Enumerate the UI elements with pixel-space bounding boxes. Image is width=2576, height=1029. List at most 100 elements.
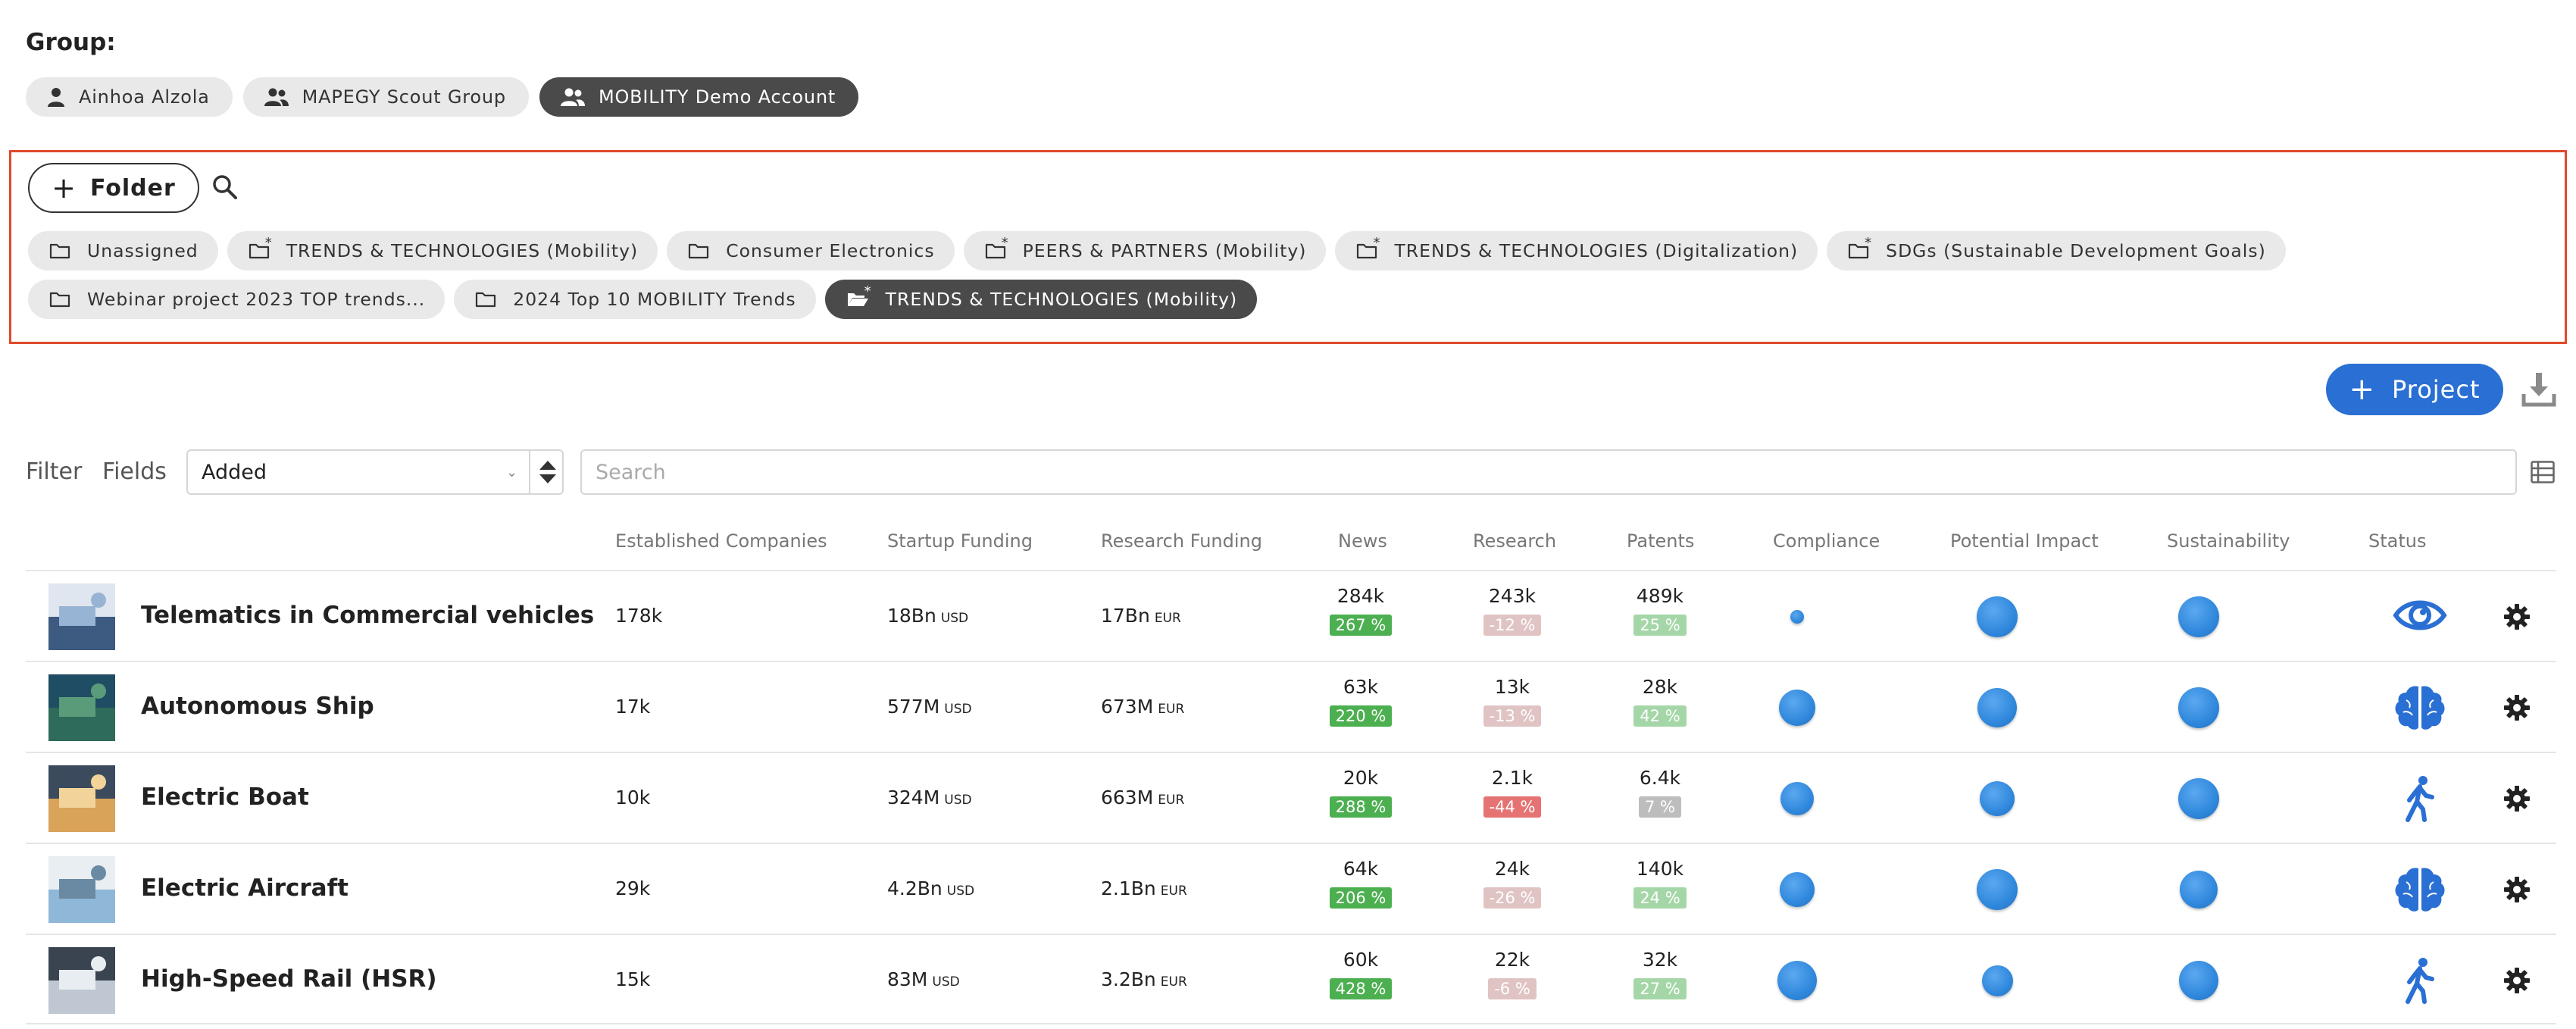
impact-indicator-dot: [1977, 688, 2017, 727]
group-chip-mapegy-scout-group[interactable]: MAPEGY Scout Group: [242, 77, 529, 117]
folder-chip-trends-technologies-digitalization[interactable]: * TRENDS & TECHNOLOGIES (Digitalization): [1335, 231, 1818, 271]
group-chip-ainhoa-alzola[interactable]: Ainhoa Alzola: [26, 77, 233, 117]
research-funding-value: 2.1Bn EUR: [1101, 877, 1187, 899]
startup-funding-value: 83M USD: [887, 968, 960, 990]
project-name[interactable]: Telematics in Commercial vehicles: [141, 602, 594, 629]
column-header-compliance[interactable]: Compliance: [1773, 530, 1880, 552]
folder-chip-sdgs[interactable]: * SDGs (Sustainable Development Goals): [1827, 231, 2286, 271]
research-metric: 2.1k -44 %: [1478, 767, 1546, 818]
list-view-icon[interactable]: [2531, 461, 2555, 483]
column-header-status[interactable]: Status: [2368, 530, 2426, 552]
filter-link[interactable]: Filter: [26, 458, 82, 485]
startup-funding-value: 577M USD: [887, 696, 972, 718]
folder-chip-webinar-project-2023[interactable]: Webinar project 2023 TOP trends...: [28, 280, 445, 319]
group-chip-mobility-demo-account[interactable]: MOBILITY Demo Account: [539, 77, 859, 117]
news-count: 60k: [1343, 949, 1379, 971]
news-count: 284k: [1336, 585, 1385, 607]
folder-chip-2024-top-10-mobility-trends[interactable]: 2024 Top 10 MOBILITY Trends: [454, 280, 816, 319]
add-folder-button[interactable]: + Folder: [28, 163, 199, 213]
column-header-startup-funding[interactable]: Startup Funding: [887, 530, 1033, 552]
brain-icon[interactable]: [2393, 865, 2447, 917]
impact-indicator-dot: [1980, 781, 2015, 816]
column-header-research[interactable]: Research: [1473, 530, 1556, 552]
gear-icon[interactable]: [2503, 785, 2531, 812]
column-header-patents[interactable]: Patents: [1627, 530, 1694, 552]
group-chip-label: MAPEGY Scout Group: [302, 86, 506, 108]
sustainability-indicator-dot: [2178, 687, 2219, 728]
plus-icon: +: [52, 171, 77, 205]
project-thumbnail: [48, 856, 115, 923]
patents-metric: 6.4k 7 %: [1626, 767, 1694, 818]
folder-chip-consumer-electronics[interactable]: Consumer Electronics: [667, 231, 955, 271]
news-count: 63k: [1343, 676, 1379, 698]
gear-icon[interactable]: [2503, 694, 2531, 721]
patents-growth-badge: 25 %: [1633, 615, 1687, 636]
folder-chip-peers-partners-mobility[interactable]: * PEERS & PARTNERS (Mobility): [963, 231, 1327, 271]
user-icon: [48, 88, 64, 107]
add-project-button[interactable]: + Project: [2326, 364, 2503, 415]
folder-chip-trends-technologies-mobility-active[interactable]: * TRENDS & TECHNOLOGIES (Mobility): [824, 280, 1258, 319]
project-name[interactable]: Electric Aircraft: [141, 874, 349, 902]
folder-chip-label: TRENDS & TECHNOLOGIES (Mobility): [885, 289, 1238, 310]
gear-icon[interactable]: [2503, 603, 2531, 630]
gear-icon[interactable]: [2503, 967, 2531, 994]
startup-funding-unit: USD: [946, 884, 975, 899]
table-row[interactable]: Telematics in Commercial vehicles 178k 18B…: [26, 570, 2556, 661]
search-input[interactable]: Search: [580, 449, 2517, 495]
folder-icon: [475, 291, 496, 308]
folder-chip-unassigned[interactable]: Unassigned: [28, 231, 218, 271]
startup-funding-unit: USD: [944, 793, 972, 808]
walking-person-icon[interactable]: [2393, 956, 2447, 1008]
sustainability-indicator-dot: [2178, 778, 2219, 819]
download-icon[interactable]: [2521, 371, 2556, 408]
patents-count: 32k: [1642, 949, 1678, 971]
column-header-potential-impact[interactable]: Potential Impact: [1950, 530, 2099, 552]
project-name[interactable]: Autonomous Ship: [141, 693, 374, 720]
research-growth-badge: -12 %: [1483, 615, 1542, 636]
research-growth-badge: -26 %: [1483, 887, 1542, 909]
research-funding-amount: 2.1Bn: [1101, 877, 1156, 899]
project-name[interactable]: High-Speed Rail (HSR): [141, 965, 437, 993]
startup-funding-unit: USD: [944, 702, 972, 717]
table-row[interactable]: Autonomous Ship 17k 577M USD 673M EUR 63k 220 %…: [26, 661, 2556, 752]
sustainability-indicator-dot: [2178, 596, 2219, 637]
column-header-research-funding[interactable]: Research Funding: [1101, 530, 1262, 552]
brain-icon[interactable]: [2393, 683, 2447, 735]
research-count: 24k: [1494, 858, 1530, 880]
fields-link[interactable]: Fields: [102, 458, 167, 485]
eye-icon[interactable]: [2393, 593, 2447, 641]
folder-chip-label: TRENDS & TECHNOLOGIES (Mobility): [286, 240, 639, 261]
column-header-news[interactable]: News: [1338, 530, 1387, 552]
research-count: 22k: [1494, 949, 1530, 971]
project-name[interactable]: Electric Boat: [141, 783, 309, 811]
patents-growth-badge: 7 %: [1639, 796, 1681, 818]
startup-funding-amount: 324M: [887, 787, 940, 808]
sort-select[interactable]: Added ⌄: [186, 449, 564, 495]
research-funding-value: 673M EUR: [1101, 696, 1184, 718]
search-icon[interactable]: [211, 174, 239, 201]
news-metric: 60k 428 %: [1327, 949, 1395, 999]
column-header-sustainability[interactable]: Sustainability: [2167, 530, 2290, 552]
patents-growth-badge: 42 %: [1633, 705, 1687, 727]
project-thumbnail: [48, 583, 115, 650]
sort-direction-icon[interactable]: [538, 458, 558, 486]
research-count: 243k: [1488, 585, 1537, 607]
impact-indicator-dot: [1977, 596, 2018, 637]
gear-icon[interactable]: [2503, 876, 2531, 903]
table-row[interactable]: Electric Boat 10k 324M USD 663M EUR 20k 288 % 2.…: [26, 752, 2556, 843]
folder-icon: [688, 242, 709, 259]
established-companies-value: 15k: [615, 968, 651, 990]
folder-chip-trends-technologies-mobility[interactable]: * TRENDS & TECHNOLOGIES (Mobility): [227, 231, 658, 271]
users-icon: [264, 88, 289, 106]
research-metric: 13k -13 %: [1478, 676, 1546, 727]
table-row[interactable]: Electric Aircraft 29k 4.2Bn USD 2.1Bn EUR 64k 2…: [26, 843, 2556, 934]
startup-funding-amount: 4.2Bn: [887, 877, 943, 899]
news-growth-badge: 267 %: [1329, 615, 1393, 636]
users-icon: [560, 88, 585, 106]
column-header-established-companies[interactable]: Established Companies: [615, 530, 827, 552]
table-row[interactable]: High-Speed Rail (HSR) 15k 83M USD 3.2Bn EUR 60…: [26, 934, 2556, 1024]
walking-person-icon[interactable]: [2393, 774, 2447, 826]
research-growth-badge: -13 %: [1483, 705, 1542, 727]
shared-folder-icon: *: [249, 235, 272, 259]
folder-chip-label: TRENDS & TECHNOLOGIES (Digitalization): [1394, 240, 1799, 261]
